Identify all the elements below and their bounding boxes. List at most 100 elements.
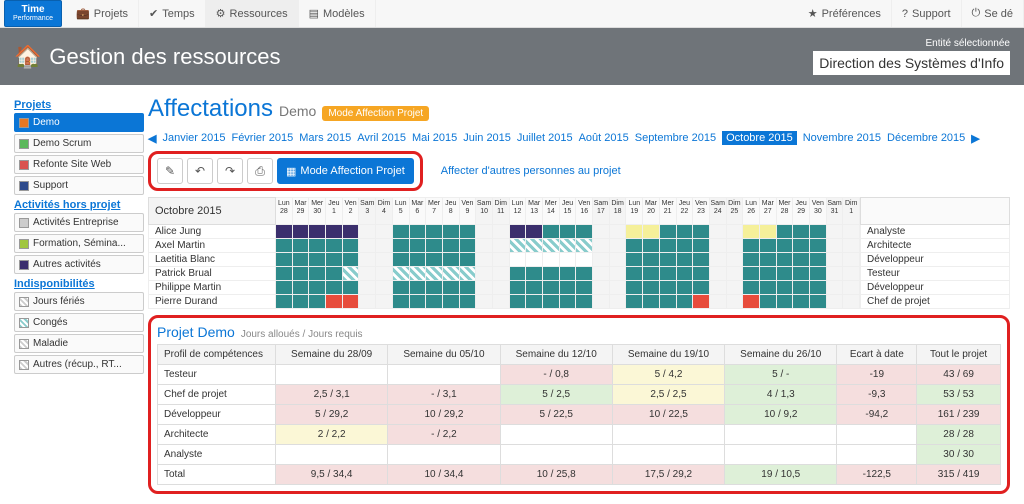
sidebar-item-project-1[interactable]: Demo Scrum <box>14 134 144 153</box>
gantt-cell[interactable] <box>276 239 293 253</box>
gantt-cell[interactable] <box>493 281 510 295</box>
affect-link[interactable]: Affecter d'autres personnes au projet <box>441 165 621 177</box>
gantt-person-name[interactable]: Philippe Martin <box>148 281 276 295</box>
gantt-cell[interactable] <box>593 253 610 267</box>
gantt-cell[interactable] <box>293 295 310 309</box>
month-link[interactable]: Février 2015 <box>231 132 293 144</box>
gantt-cell[interactable] <box>760 253 777 267</box>
gantt-cell[interactable] <box>843 239 860 253</box>
gantt-cell[interactable] <box>326 281 343 295</box>
gantt-cell[interactable] <box>677 267 694 281</box>
gantt-cell[interactable] <box>543 253 560 267</box>
gantt-cell[interactable] <box>843 281 860 295</box>
gantt-cell[interactable] <box>376 239 393 253</box>
gantt-cell[interactable] <box>727 253 744 267</box>
gantt-cell[interactable] <box>493 295 510 309</box>
gantt-cell[interactable] <box>643 267 660 281</box>
gantt-cell[interactable] <box>827 253 844 267</box>
gantt-cell[interactable] <box>376 267 393 281</box>
gantt-cell[interactable] <box>693 281 710 295</box>
gantt-cell[interactable] <box>727 225 744 239</box>
gantt-cell[interactable] <box>560 239 577 253</box>
gantt-cell[interactable] <box>643 295 660 309</box>
gantt-cell[interactable] <box>760 295 777 309</box>
gantt-cell[interactable] <box>276 225 293 239</box>
nav-projets[interactable]: 💼Projets <box>66 0 139 27</box>
redo-button[interactable]: ↷ <box>217 158 243 184</box>
gantt-cell[interactable] <box>460 281 477 295</box>
sidebar-item-indispo-0[interactable]: Jours fériés <box>14 292 144 311</box>
gantt-cell[interactable] <box>593 239 610 253</box>
gantt-cell[interactable] <box>660 239 677 253</box>
nav-logout[interactable]: ⏻Se dé <box>962 0 1024 27</box>
nav-support[interactable]: ?Support <box>892 0 962 27</box>
gantt-cell[interactable] <box>426 253 443 267</box>
gantt-cell[interactable] <box>743 253 760 267</box>
gantt-cell[interactable] <box>426 295 443 309</box>
sidebar-item-project-3[interactable]: Support <box>14 176 144 195</box>
gantt-cell[interactable] <box>276 253 293 267</box>
gantt-cell[interactable] <box>359 267 376 281</box>
gantt-cell[interactable] <box>359 253 376 267</box>
gantt-cell[interactable] <box>526 253 543 267</box>
gantt-cell[interactable] <box>293 225 310 239</box>
entity-value[interactable]: Direction des Systèmes d'Info <box>813 51 1010 75</box>
gantt-cell[interactable] <box>543 281 560 295</box>
gantt-cell[interactable] <box>660 253 677 267</box>
gantt-cell[interactable] <box>376 253 393 267</box>
month-link[interactable]: Novembre 2015 <box>803 132 881 144</box>
gantt-cell[interactable] <box>510 295 527 309</box>
gantt-cell[interactable] <box>476 253 493 267</box>
gantt-person-name[interactable]: Alice Jung <box>148 225 276 239</box>
gantt-cell[interactable] <box>326 267 343 281</box>
gantt-cell[interactable] <box>593 225 610 239</box>
month-link[interactable]: Juin 2015 <box>463 132 511 144</box>
gantt-cell[interactable] <box>626 239 643 253</box>
gantt-cell[interactable] <box>760 239 777 253</box>
month-next[interactable]: ▶ <box>971 132 979 145</box>
gantt-cell[interactable] <box>510 225 527 239</box>
month-link[interactable]: Janvier 2015 <box>162 132 225 144</box>
gantt-cell[interactable] <box>526 281 543 295</box>
gantt-cell[interactable] <box>710 253 727 267</box>
print-button[interactable]: ⎙ <box>247 158 273 184</box>
gantt-cell[interactable] <box>760 225 777 239</box>
gantt-cell[interactable] <box>460 295 477 309</box>
gantt-cell[interactable] <box>677 253 694 267</box>
gantt-cell[interactable] <box>510 239 527 253</box>
gantt-cell[interactable] <box>710 281 727 295</box>
gantt-cell[interactable] <box>576 225 593 239</box>
gantt-cell[interactable] <box>576 239 593 253</box>
gantt-cell[interactable] <box>727 239 744 253</box>
gantt-cell[interactable] <box>576 295 593 309</box>
gantt-cell[interactable] <box>493 253 510 267</box>
gantt-cell[interactable] <box>660 281 677 295</box>
gantt-cell[interactable] <box>410 267 427 281</box>
gantt-cell[interactable] <box>677 239 694 253</box>
gantt-cell[interactable] <box>309 295 326 309</box>
gantt-cell[interactable] <box>593 281 610 295</box>
gantt-cell[interactable] <box>827 225 844 239</box>
gantt-cell[interactable] <box>643 253 660 267</box>
sidebar-item-project-0[interactable]: Demo <box>14 113 144 132</box>
gantt-cell[interactable] <box>510 267 527 281</box>
gantt-cell[interactable] <box>793 267 810 281</box>
gantt-cell[interactable] <box>309 239 326 253</box>
gantt-cell[interactable] <box>426 281 443 295</box>
gantt-cell[interactable] <box>393 253 410 267</box>
gantt-cell[interactable] <box>343 253 360 267</box>
gantt-cell[interactable] <box>760 281 777 295</box>
gantt-cell[interactable] <box>777 295 794 309</box>
gantt-cell[interactable] <box>460 225 477 239</box>
gantt-cell[interactable] <box>510 281 527 295</box>
gantt-cell[interactable] <box>643 281 660 295</box>
gantt-cell[interactable] <box>543 267 560 281</box>
gantt-cell[interactable] <box>376 225 393 239</box>
gantt-cell[interactable] <box>660 267 677 281</box>
gantt-cell[interactable] <box>710 295 727 309</box>
gantt-cell[interactable] <box>309 281 326 295</box>
gantt-cell[interactable] <box>827 281 844 295</box>
gantt-cell[interactable] <box>393 239 410 253</box>
gantt-cell[interactable] <box>276 281 293 295</box>
gantt-cell[interactable] <box>610 281 627 295</box>
